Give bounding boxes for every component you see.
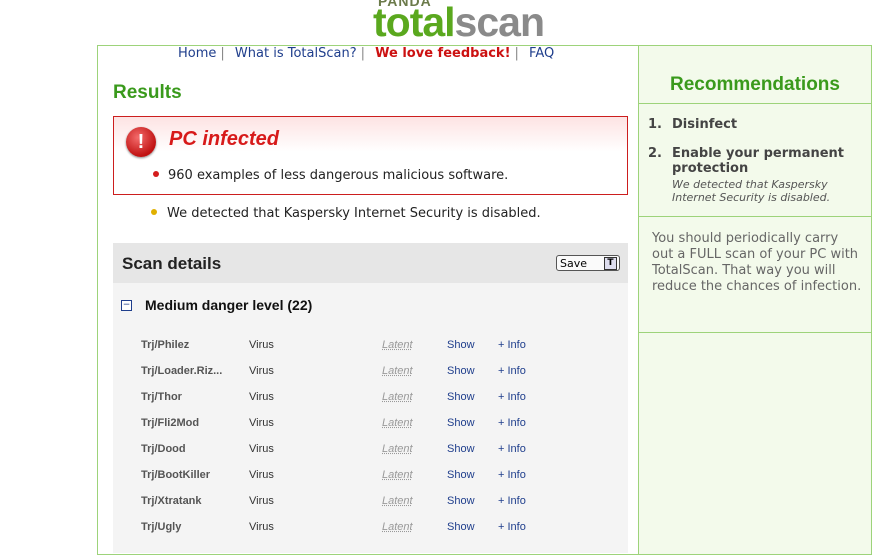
recommendation-text: Disinfect [672,117,738,132]
threat-name: Trj/Fli2Mod [141,417,200,429]
threat-type: Virus [249,391,274,403]
threat-name: Trj/Philez [141,339,190,351]
red-bullet-icon [153,171,159,177]
show-link[interactable]: Show [447,365,475,377]
divider [639,103,871,104]
nav-separator: | [360,46,365,61]
top-nav: Home | What is TotalScan? | We love feedba… [178,46,554,61]
infected-title: PC infected [169,128,280,150]
show-link[interactable]: Show [447,443,475,455]
more-info-link[interactable]: + Info [498,443,526,455]
table-row: Trj/Loader.Riz... Virus Latent Show + In… [113,365,628,385]
table-row: Trj/Dood Virus Latent Show + Info [113,443,628,463]
save-button[interactable]: Save T [556,255,620,271]
more-info-link[interactable]: + Info [498,417,526,429]
logo-word-scan: scan [454,0,545,45]
threat-name: Trj/Loader.Riz... [141,365,223,377]
nav-separator: | [220,46,225,61]
collapse-minus-icon[interactable]: − [121,300,132,311]
recommendation-text: Enable your permanent protection [672,146,845,176]
table-row: Trj/Thor Virus Latent Show + Info [113,391,628,411]
show-link[interactable]: Show [447,417,475,429]
recommendations-title: Recommendations [670,74,840,95]
table-row: Trj/Philez Virus Latent Show + Info [113,339,628,359]
threat-status: Latent [382,495,413,507]
scan-details-panel: Scan details Save T − Medium danger leve… [113,243,628,553]
more-info-link[interactable]: + Info [498,391,526,403]
infected-alert-box: ! PC infected 960 examples of less dange… [113,116,628,195]
recommendation-note: We detected that Kaspersky Internet Secu… [672,178,831,204]
recommendations-sidebar: Recommendations 1. Disinfect 2. Enable y… [638,45,872,555]
more-info-link[interactable]: + Info [498,365,526,377]
threat-status: Latent [382,365,413,377]
threat-type: Virus [249,365,274,377]
table-row: Trj/Ugly Virus Latent Show + Info [113,521,628,541]
recommendation-number: 2. [648,146,662,161]
more-info-link[interactable]: + Info [498,469,526,481]
infected-detail: 960 examples of less dangerous malicious… [168,168,509,183]
table-row: Trj/Xtratank Virus Latent Show + Info [113,495,628,515]
nav-feedback-link[interactable]: We love feedback! [375,46,510,61]
scan-details-title: Scan details [122,254,222,273]
table-row: Trj/Fli2Mod Virus Latent Show + Info [113,417,628,437]
more-info-link[interactable]: + Info [498,495,526,507]
save-button-label: Save [560,257,588,270]
threat-type: Virus [249,495,274,507]
threat-name: Trj/Dood [141,443,186,455]
show-link[interactable]: Show [447,495,475,507]
table-row: Trj/BootKiller Virus Latent Show + Info [113,469,628,489]
threat-status: Latent [382,443,413,455]
nav-faq-link[interactable]: FAQ [529,46,554,61]
threat-type: Virus [249,339,274,351]
threat-type: Virus [249,417,274,429]
show-link[interactable]: Show [447,469,475,481]
divider [639,216,871,217]
scan-advice-text: You should periodically carry out a FULL… [652,231,862,294]
threat-type: Virus [249,443,274,455]
nav-what-is-link[interactable]: What is TotalScan? [235,46,357,61]
threat-type: Virus [249,521,274,533]
warning-text: We detected that Kaspersky Internet Secu… [167,206,541,221]
recommendation-number: 1. [648,117,662,132]
danger-level-title: Medium danger level (22) [145,297,313,313]
threat-status: Latent [382,469,413,481]
alert-exclamation-icon: ! [126,127,156,157]
threat-status: Latent [382,521,413,533]
divider [639,332,871,333]
results-title: Results [113,82,182,103]
threat-type: Virus [249,469,274,481]
threat-status: Latent [382,417,413,429]
show-link[interactable]: Show [447,521,475,533]
scan-details-header: Scan details Save T [113,243,628,283]
threat-name: Trj/Xtratank [141,495,202,507]
threat-name: Trj/Thor [141,391,182,403]
yellow-bullet-icon [151,209,157,215]
logo-word-total: total [373,0,456,45]
nav-home-link[interactable]: Home [178,46,216,61]
text-file-icon: T [604,257,617,270]
show-link[interactable]: Show [447,391,475,403]
show-link[interactable]: Show [447,339,475,351]
totalscan-logo: PANDA totalscan [373,0,603,44]
more-info-link[interactable]: + Info [498,339,526,351]
threat-name: Trj/BootKiller [141,469,211,481]
more-info-link[interactable]: + Info [498,521,526,533]
nav-separator: | [514,46,519,61]
threat-status: Latent [382,339,413,351]
threat-status: Latent [382,391,413,403]
threat-name: Trj/Ugly [141,521,182,533]
